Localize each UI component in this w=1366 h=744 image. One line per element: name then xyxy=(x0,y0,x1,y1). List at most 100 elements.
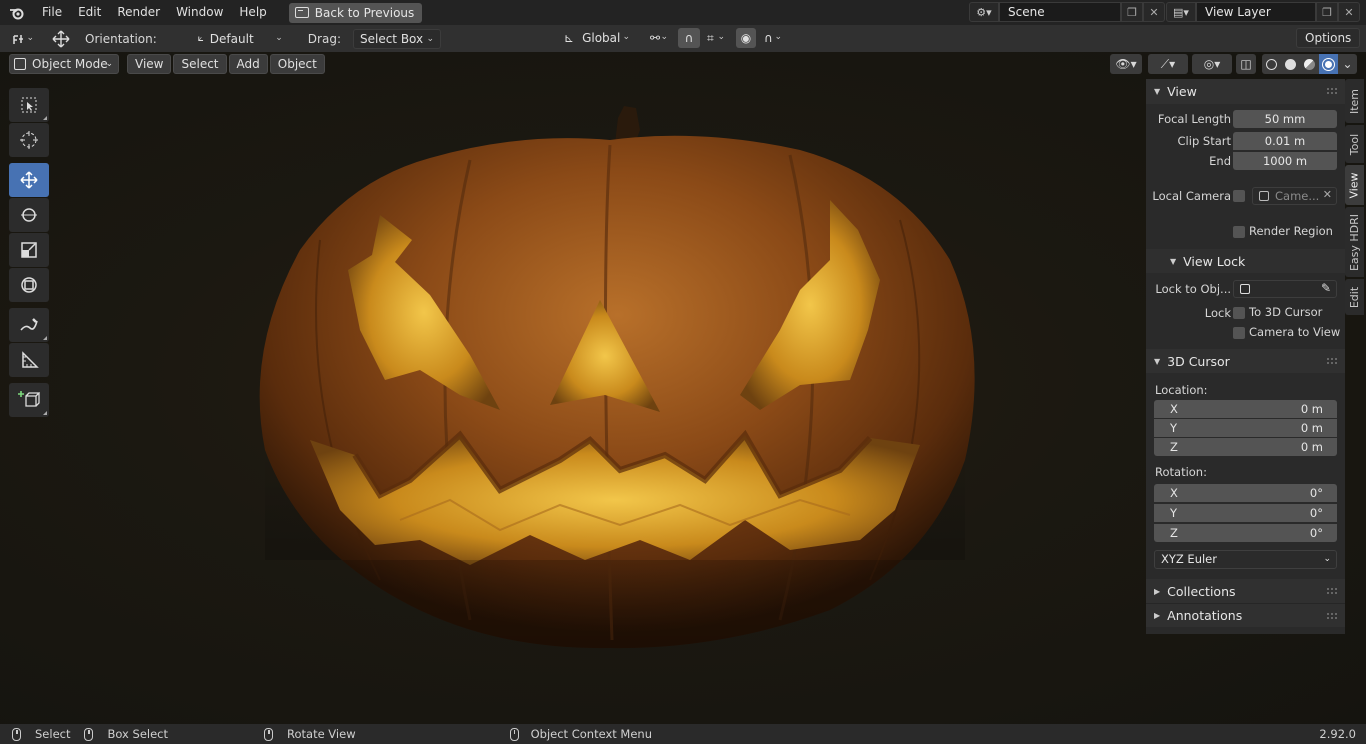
collapsed-triangle-icon: ▶ xyxy=(1154,586,1161,596)
expand-triangle-icon: ▼ xyxy=(1154,356,1161,366)
new-view-layer-icon[interactable]: ❐ xyxy=(1316,2,1338,22)
cursor-location-y-field[interactable]: Y 0 m xyxy=(1154,419,1337,437)
move-tool-icon[interactable] xyxy=(9,163,49,197)
tab-item[interactable]: Item xyxy=(1345,79,1364,123)
selectability-visibility-icon[interactable]: 👁▾ xyxy=(1110,54,1142,74)
clip-start-field[interactable]: 0.01 m xyxy=(1233,132,1337,150)
clip-end-label: End xyxy=(1209,154,1231,168)
material-preview-shading-icon[interactable] xyxy=(1300,54,1319,74)
pivot-point-icon[interactable]: ⚯ ⌄ xyxy=(644,28,674,48)
left-mouse-icon xyxy=(12,727,21,741)
blender-logo-icon[interactable] xyxy=(0,0,34,25)
tab-easy-hdri[interactable]: Easy HDRI xyxy=(1345,207,1364,277)
drag-grip-icon[interactable] xyxy=(1327,88,1337,94)
object-mode-label: Object Mode xyxy=(32,57,108,71)
overlays-toggle-icon[interactable]: ◎▾ xyxy=(1192,54,1232,74)
gizmo-toggle-icon[interactable]: ⟋▾ xyxy=(1148,54,1188,74)
render-region-checkbox[interactable] xyxy=(1233,226,1245,238)
new-scene-icon[interactable]: ❐ xyxy=(1121,2,1143,22)
xray-toggle-icon[interactable]: ◫ xyxy=(1236,54,1256,74)
tab-tool[interactable]: Tool xyxy=(1345,125,1364,163)
cursor-tool-icon[interactable] xyxy=(9,123,49,157)
scene-name-field[interactable]: Scene xyxy=(999,2,1121,22)
menu-render[interactable]: Render xyxy=(109,0,168,25)
orientation-dropdown[interactable]: ⟀ Default ⌄ xyxy=(191,28,289,49)
clip-end-field[interactable]: 1000 m xyxy=(1233,152,1337,170)
tool-settings-icon[interactable]: ⌄ xyxy=(6,28,40,49)
rendered-shading-icon[interactable] xyxy=(1319,54,1338,74)
axis-label: Z xyxy=(1170,526,1178,540)
3d-cursor-title: 3D Cursor xyxy=(1167,353,1230,369)
cursor-location-x-field[interactable]: X 0 m xyxy=(1154,400,1337,418)
view-layer-selector: ▤▾ View Layer ❐ ✕ xyxy=(1166,2,1360,22)
local-camera-field[interactable]: Came... ✕ xyxy=(1252,187,1337,205)
3d-viewport[interactable]: Object Mode ⌄ View Select Add Object 👁▾ … xyxy=(0,52,1366,724)
select-box-tool-icon[interactable] xyxy=(9,88,49,122)
focal-length-field[interactable]: 50 mm xyxy=(1233,110,1337,128)
viewport-menu-object[interactable]: Object xyxy=(269,54,325,74)
drag-label: Drag: xyxy=(307,31,341,46)
drag-mouse-icon xyxy=(84,727,94,741)
cursor-rotation-x-field[interactable]: X 0° xyxy=(1154,484,1337,502)
back-icon xyxy=(294,7,309,18)
object-mode-dropdown[interactable]: Object Mode ⌄ xyxy=(9,54,119,74)
view-layer-name-field[interactable]: View Layer xyxy=(1196,2,1316,22)
drag-grip-icon[interactable] xyxy=(1327,588,1337,594)
clip-start-label: Clip Start xyxy=(1177,134,1231,148)
cursor-rotation-y-field[interactable]: Y 0° xyxy=(1154,504,1337,522)
measure-tool-icon[interactable] xyxy=(9,343,49,377)
menu-file[interactable]: File xyxy=(34,0,70,25)
camera-to-view-checkbox[interactable] xyxy=(1233,327,1245,339)
status-select: Select xyxy=(35,727,71,741)
scene-browse-icon[interactable]: ⚙▾ xyxy=(969,2,999,22)
sidebar-tabs: Item Tool View Easy HDRI Edit xyxy=(1345,79,1366,379)
drag-dropdown[interactable]: Select Box ⌄ xyxy=(352,28,441,49)
axis-label: Z xyxy=(1170,440,1178,454)
middle-mouse-icon xyxy=(264,727,273,741)
transform-orientation-dropdown[interactable]: ⊾ Global ⌄ xyxy=(558,28,636,48)
collections-panel-header[interactable]: ▶ Collections xyxy=(1146,579,1345,603)
snap-target-icon[interactable]: ⌗ ⌄ xyxy=(701,28,731,48)
options-dropdown[interactable]: Options ⌄ xyxy=(1296,28,1360,63)
tab-edit[interactable]: Edit xyxy=(1345,279,1364,315)
collapsed-triangle-icon: ▶ xyxy=(1154,611,1161,620)
eyedropper-icon[interactable]: ✎ xyxy=(1321,281,1331,295)
cursor-location-z-field[interactable]: Z 0 m xyxy=(1154,438,1337,456)
axis-value: 0° xyxy=(1309,506,1323,520)
3d-cursor-panel-header[interactable]: ▼ 3D Cursor xyxy=(1146,349,1345,373)
viewport-menu-select[interactable]: Select xyxy=(173,54,227,74)
solid-shading-icon[interactable] xyxy=(1281,54,1300,74)
viewport-menu-view[interactable]: View xyxy=(127,54,172,74)
local-camera-checkbox[interactable] xyxy=(1233,190,1245,202)
rotation-mode-dropdown[interactable]: XYZ Euler ⌄ xyxy=(1154,550,1337,569)
drag-grip-icon[interactable] xyxy=(1327,358,1337,364)
annotate-tool-icon[interactable] xyxy=(9,308,49,342)
falloff-curve-icon[interactable]: ∩ ⌄ xyxy=(758,28,788,48)
proportional-editing-icon[interactable]: ◉ xyxy=(736,28,756,48)
delete-scene-icon[interactable]: ✕ xyxy=(1143,2,1165,22)
scale-tool-icon[interactable] xyxy=(9,233,49,267)
cursor-rotation-z-field[interactable]: Z 0° xyxy=(1154,524,1337,542)
annotations-panel-header[interactable]: ▶ Annotations xyxy=(1146,603,1345,627)
lock-to-3d-cursor-checkbox[interactable] xyxy=(1233,307,1245,319)
menu-window[interactable]: Window xyxy=(168,0,231,25)
tab-view[interactable]: View xyxy=(1345,165,1364,205)
viewport-menu-add[interactable]: Add xyxy=(228,54,268,74)
view-panel-header[interactable]: ▼ View xyxy=(1146,79,1345,104)
transform-tool-icon[interactable] xyxy=(9,268,49,302)
menu-help[interactable]: Help xyxy=(231,0,274,25)
axis-label: X xyxy=(1170,486,1178,500)
clear-camera-icon[interactable]: ✕ xyxy=(1323,188,1332,201)
add-cube-tool-icon[interactable] xyxy=(9,383,49,417)
rotate-tool-icon[interactable] xyxy=(9,198,49,232)
view-lock-header[interactable]: ▼ View Lock xyxy=(1146,249,1345,273)
snap-toggle-icon[interactable]: ∩ xyxy=(678,28,700,48)
back-to-previous-button[interactable]: Back to Previous xyxy=(288,2,423,23)
drag-grip-icon[interactable] xyxy=(1327,613,1337,619)
shading-options-icon[interactable]: ⌄ xyxy=(1338,54,1357,74)
wireframe-shading-icon[interactable] xyxy=(1262,54,1281,74)
menu-edit[interactable]: Edit xyxy=(70,0,109,25)
lock-to-object-field[interactable]: ✎ xyxy=(1233,280,1337,298)
delete-view-layer-icon[interactable]: ✕ xyxy=(1338,2,1360,22)
view-layer-browse-icon[interactable]: ▤▾ xyxy=(1166,2,1196,22)
